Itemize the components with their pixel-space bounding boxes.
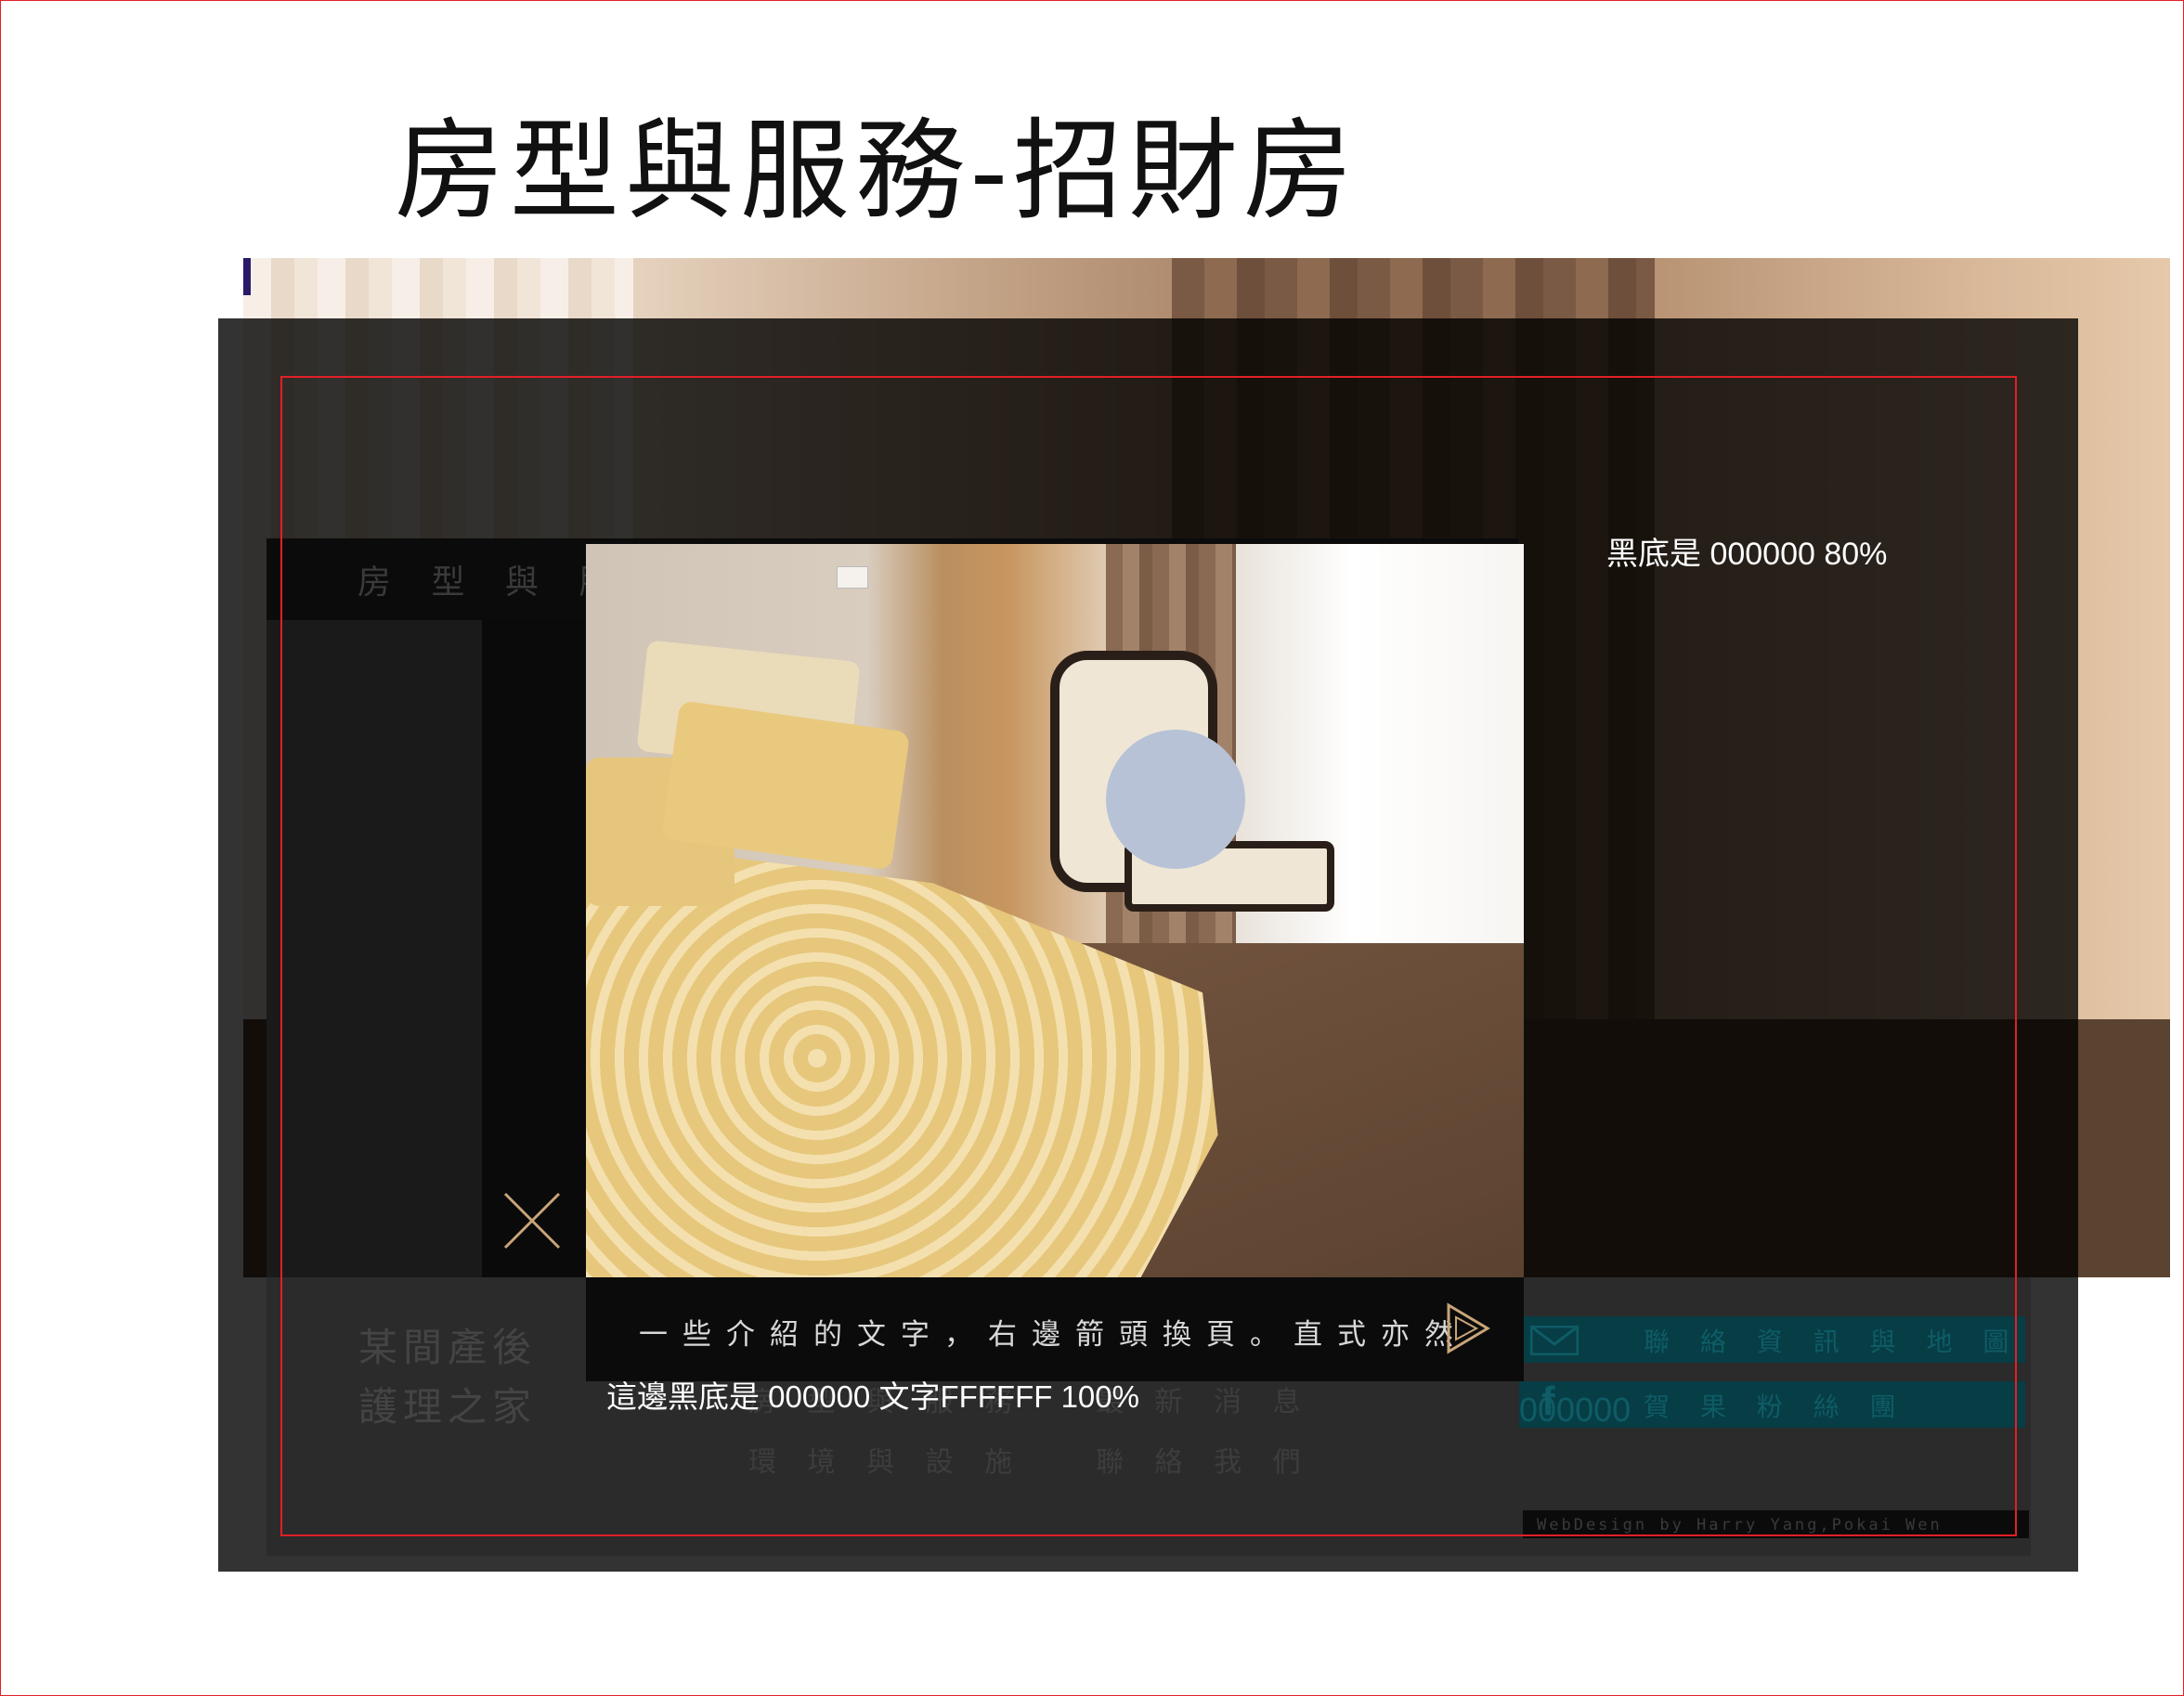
overlay-annotation: 黑底是 000000 80% [1606,537,1888,572]
slide-title: 房型與服務-招財房 [395,107,1358,235]
background-edge [243,258,251,295]
caption-annotation: 這邊黑底是 000000 文字FFFFFF 100% [606,1379,1139,1414]
